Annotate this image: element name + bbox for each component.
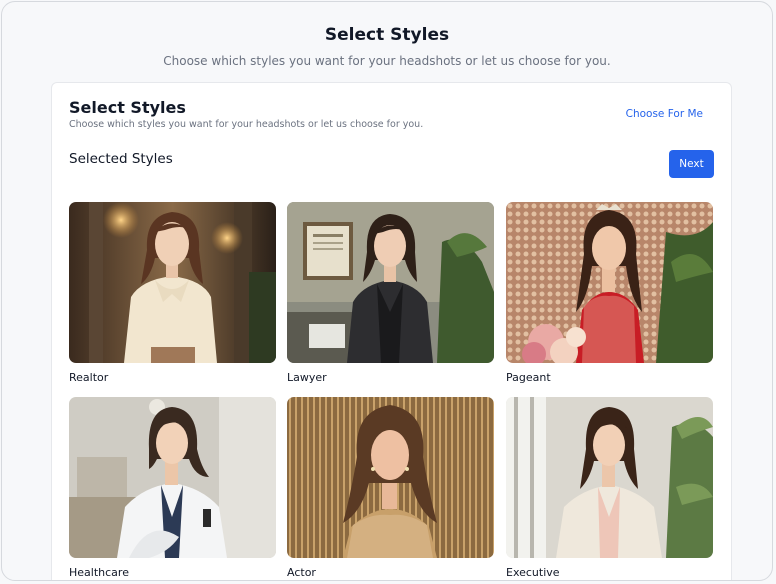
- realtor-photo: [69, 202, 276, 363]
- card-subtitle: Choose which styles you want for your he…: [69, 119, 424, 130]
- page-title: Select Styles: [324, 25, 450, 45]
- page-subtitle: Choose which styles you want for your he…: [163, 54, 611, 68]
- style-label-executive: Executive: [506, 566, 560, 579]
- pageant-photo: [506, 202, 713, 363]
- style-tile-actor[interactable]: Actor: [287, 397, 494, 579]
- lawyer-photo: [287, 202, 494, 363]
- styles-card: Select Styles Choose which styles you wa…: [51, 82, 732, 580]
- style-tile-realtor[interactable]: Realtor: [69, 202, 276, 384]
- healthcare-photo: [69, 397, 276, 558]
- style-label-lawyer: Lawyer: [287, 371, 327, 384]
- next-button[interactable]: Next: [669, 150, 714, 178]
- style-label-pageant: Pageant: [506, 371, 551, 384]
- app-frame: Select Styles Choose which styles you wa…: [1, 1, 773, 581]
- style-tile-executive[interactable]: Executive: [506, 397, 713, 579]
- card-title: Select Styles: [69, 98, 186, 117]
- actor-photo: [287, 397, 494, 558]
- style-label-healthcare: Healthcare: [69, 566, 129, 579]
- style-tile-pageant[interactable]: Pageant: [506, 202, 713, 384]
- selected-styles-heading: Selected Styles: [69, 151, 173, 167]
- style-tile-healthcare[interactable]: Healthcare: [69, 397, 276, 579]
- executive-photo: [506, 397, 713, 558]
- style-tile-lawyer[interactable]: Lawyer: [287, 202, 494, 384]
- style-label-realtor: Realtor: [69, 371, 109, 384]
- style-label-actor: Actor: [287, 566, 316, 579]
- choose-for-me-link[interactable]: Choose For Me: [626, 108, 703, 120]
